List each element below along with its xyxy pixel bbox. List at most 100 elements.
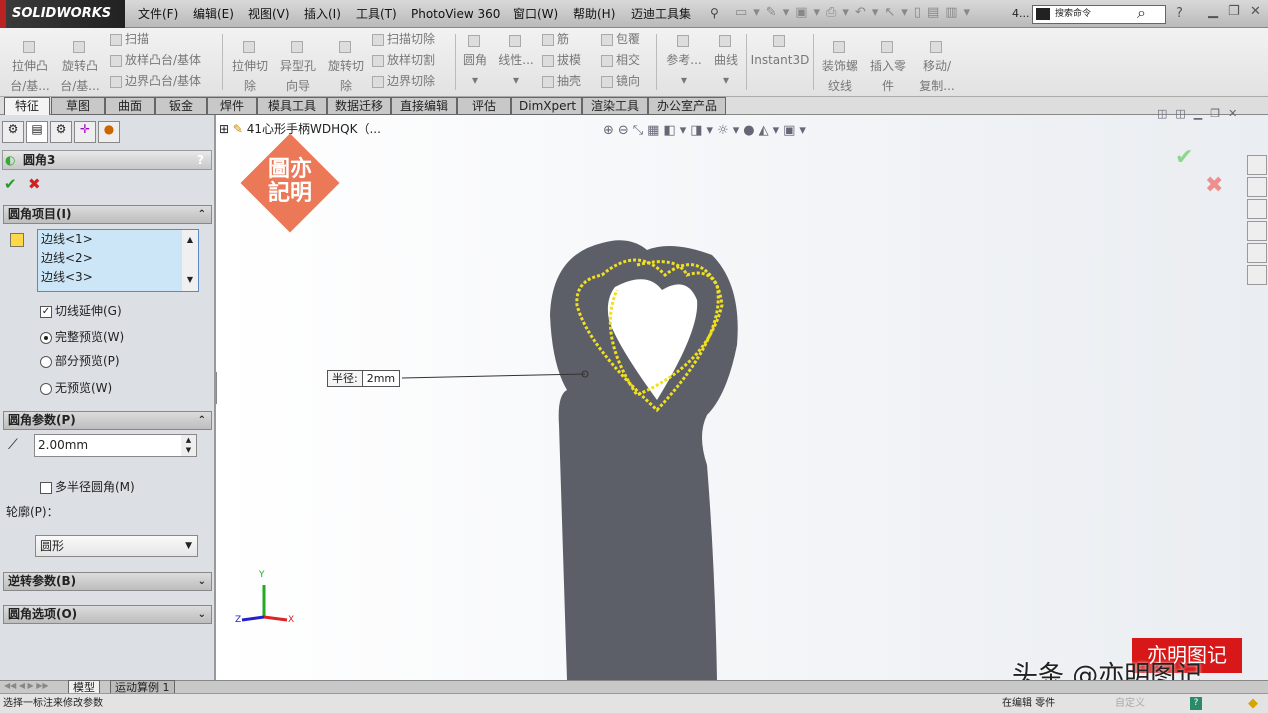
hole-wizard-button[interactable]: 异型孔向导 bbox=[276, 36, 320, 96]
fillet-button[interactable]: 圆角▾ bbox=[458, 30, 492, 90]
profile-label: 轮廓(P)： bbox=[6, 503, 59, 520]
wrap-group[interactable]: 包覆相交镜向 bbox=[601, 29, 640, 92]
tab-sketch[interactable]: 草图 bbox=[51, 97, 105, 115]
taskpane-home-icon[interactable] bbox=[1247, 155, 1267, 175]
solidworks-logo: SOLIDWORKS bbox=[0, 0, 125, 28]
curves-button[interactable]: 曲线▾ bbox=[708, 30, 744, 90]
edges-listbox[interactable]: 边线<1> 边线<2> 边线<3> ▲▼ bbox=[37, 229, 199, 292]
close-button[interactable]: ✕ bbox=[1250, 4, 1261, 19]
radius-input[interactable]: 2.00mm bbox=[34, 434, 197, 457]
quick-access-icons[interactable]: ▭▾✎▾▣▾⎙▾↶▾↖▾▯▤▥▾ bbox=[735, 5, 976, 20]
status-message: 选择一标注来修改参数 bbox=[3, 694, 103, 713]
tab-direct-editing[interactable]: 直接编辑 bbox=[391, 97, 457, 115]
fillet-items-section-header[interactable]: 圆角项目(I)⌃ bbox=[3, 205, 212, 224]
list-item[interactable]: 边线<3> bbox=[41, 268, 198, 287]
revolved-boss-button[interactable]: 旋转凸台/基... bbox=[58, 36, 102, 96]
cosmetic-thread-button[interactable]: 装饰螺纹线 bbox=[817, 36, 863, 96]
tab-office-products[interactable]: 办公室产品 bbox=[648, 97, 726, 115]
menu-insert[interactable]: 插入(I) bbox=[298, 0, 347, 28]
dimension-value[interactable]: 2mm bbox=[363, 371, 399, 386]
insert-part-button[interactable]: 插入零件 bbox=[865, 36, 911, 96]
partial-preview-radio[interactable]: 部分预览(P) bbox=[40, 352, 120, 369]
multi-radius-checkbox[interactable]: 多半径圆角(M) bbox=[40, 478, 135, 495]
setback-parameters-section-header[interactable]: 逆转参数(B)⌄ bbox=[3, 572, 212, 591]
menu-tools[interactable]: 工具(T) bbox=[350, 0, 403, 28]
sweep-group[interactable]: 扫描放样凸台/基体边界凸台/基体 bbox=[110, 29, 201, 92]
dimxpert-tab-icon[interactable]: ✛ bbox=[74, 121, 96, 143]
revolved-cut-button[interactable]: 旋转切除 bbox=[324, 36, 368, 96]
tab-evaluate[interactable]: 评估 bbox=[457, 97, 511, 115]
tab-mold-tools[interactable]: 模具工具 bbox=[257, 97, 327, 115]
axis-triad bbox=[242, 585, 287, 620]
tab-render-tools[interactable]: 渲染工具 bbox=[582, 97, 648, 115]
pm-title: 圆角3 bbox=[2, 150, 212, 170]
pin-icon[interactable]: ⚲ bbox=[710, 6, 719, 20]
tab-features[interactable]: 特征 bbox=[4, 97, 50, 116]
axis-y-label: Y bbox=[259, 570, 265, 580]
config-manager-tab-icon[interactable]: ⚙ bbox=[50, 121, 72, 143]
dimension-callout[interactable]: 半径: 2mm bbox=[327, 370, 400, 387]
menu-photoview[interactable]: PhotoView 360 bbox=[405, 0, 506, 28]
extruded-boss-button[interactable]: 拉伸凸台/基... bbox=[8, 36, 52, 96]
menu-maidi-tools[interactable]: 迈迪工具集 bbox=[625, 0, 697, 28]
tab-sheet-metal[interactable]: 钣金 bbox=[155, 97, 207, 115]
instant3d-button[interactable]: Instant3D bbox=[750, 30, 810, 70]
move-copy-button[interactable]: 移动/复制... bbox=[914, 36, 960, 96]
radius-spinner[interactable]: ▲▼ bbox=[181, 435, 196, 456]
taskpane-custom-props-icon[interactable] bbox=[1247, 265, 1267, 285]
radius-icon: ⟋ bbox=[8, 437, 18, 453]
profile-select[interactable]: 圆形▼ bbox=[35, 535, 198, 557]
pm-help-button[interactable]: ? bbox=[197, 153, 204, 167]
taskpane-folder-icon[interactable] bbox=[1247, 199, 1267, 219]
manager-tabs: ⚙ ▤ ⚙ ✛ ● bbox=[2, 121, 130, 145]
menu-view[interactable]: 视图(V) bbox=[242, 0, 296, 28]
listbox-scrollbar[interactable]: ▲▼ bbox=[182, 230, 198, 291]
tab-motion-study[interactable]: 运动算例 1 bbox=[110, 680, 175, 694]
graphics-area[interactable]: ⊞ ✎ 41心形手柄WDHQK（... ⊕⊖⤡▦◧▾◨▾☼▾●◭▾▣▾ ◫◫▁❐… bbox=[217, 115, 1268, 680]
taskpane-appearance-icon[interactable] bbox=[1247, 243, 1267, 263]
menu-file[interactable]: 文件(F) bbox=[132, 0, 184, 28]
full-preview-radio[interactable]: 完整预览(W) bbox=[40, 328, 124, 345]
no-preview-radio[interactable]: 无预览(W) bbox=[40, 379, 112, 396]
bottom-tabs: ◀◀ ◀ ▶ ▶▶ 模型 运动算例 1 bbox=[0, 680, 1268, 693]
tag-icon[interactable]: ◆ bbox=[1248, 694, 1258, 713]
tab-surfaces[interactable]: 曲面 bbox=[105, 97, 155, 115]
command-manager: 拉伸凸台/基... 旋转凸台/基... 扫描放样凸台/基体边界凸台/基体 拉伸切… bbox=[0, 28, 1268, 97]
property-manager-tab-icon[interactable]: ▤ bbox=[26, 121, 48, 143]
help-button[interactable]: ? bbox=[1176, 6, 1183, 21]
model-svg bbox=[217, 115, 1268, 680]
tangent-propagation-checkbox[interactable]: ✓切线延伸(G) bbox=[40, 302, 122, 319]
menu-edit[interactable]: 编辑(E) bbox=[187, 0, 240, 28]
list-item[interactable]: 边线<1> bbox=[41, 230, 198, 249]
cancel-button[interactable]: ✖ bbox=[28, 175, 41, 193]
fillet-parameters-section-header[interactable]: 圆角参数(P)⌃ bbox=[3, 411, 212, 430]
menu-window[interactable]: 窗口(W) bbox=[507, 0, 564, 28]
tab-dimxpert[interactable]: DimXpert bbox=[511, 97, 582, 115]
help-icon[interactable]: ? bbox=[1190, 697, 1202, 710]
tab-model[interactable]: 模型 bbox=[68, 680, 100, 694]
restore-button[interactable]: ❐ bbox=[1228, 4, 1240, 19]
edge-selection-icon bbox=[10, 233, 24, 247]
status-custom[interactable]: 自定义 bbox=[1115, 694, 1145, 713]
linear-pattern-button[interactable]: 线性...▾ bbox=[496, 30, 536, 90]
list-item[interactable]: 边线<2> bbox=[41, 249, 198, 268]
taskpane-view-palette-icon[interactable] bbox=[1247, 221, 1267, 241]
rib-group[interactable]: 筋拔模抽壳 bbox=[542, 29, 581, 92]
feature-tree-tab-icon[interactable]: ⚙ bbox=[2, 121, 24, 143]
ok-button[interactable]: ✔ bbox=[4, 175, 17, 193]
tab-weldments[interactable]: 焊件 bbox=[207, 97, 257, 115]
search-icon[interactable]: ⌕ bbox=[1137, 3, 1146, 23]
minimize-button[interactable]: ▁ bbox=[1208, 4, 1218, 19]
tab-scroll-arrows[interactable]: ◀◀ ◀ ▶ ▶▶ bbox=[4, 681, 49, 690]
cut-group[interactable]: 扫描切除放样切割边界切除 bbox=[372, 29, 435, 92]
taskpane-library-icon[interactable] bbox=[1247, 177, 1267, 197]
fillet-options-section-header[interactable]: 圆角选项(O)⌄ bbox=[3, 605, 212, 624]
display-manager-tab-icon[interactable]: ● bbox=[98, 121, 120, 143]
extruded-cut-button[interactable]: 拉伸切除 bbox=[228, 36, 272, 96]
tab-data-migration[interactable]: 数据迁移 bbox=[327, 97, 391, 115]
title-bar: SOLIDWORKS 文件(F) 编辑(E) 视图(V) 插入(I) 工具(T)… bbox=[0, 0, 1268, 28]
menu-help[interactable]: 帮助(H) bbox=[567, 0, 621, 28]
dimension-label: 半径: bbox=[328, 371, 363, 386]
axis-x-label: X bbox=[288, 615, 294, 625]
reference-geometry-button[interactable]: 参考...▾ bbox=[662, 30, 706, 90]
